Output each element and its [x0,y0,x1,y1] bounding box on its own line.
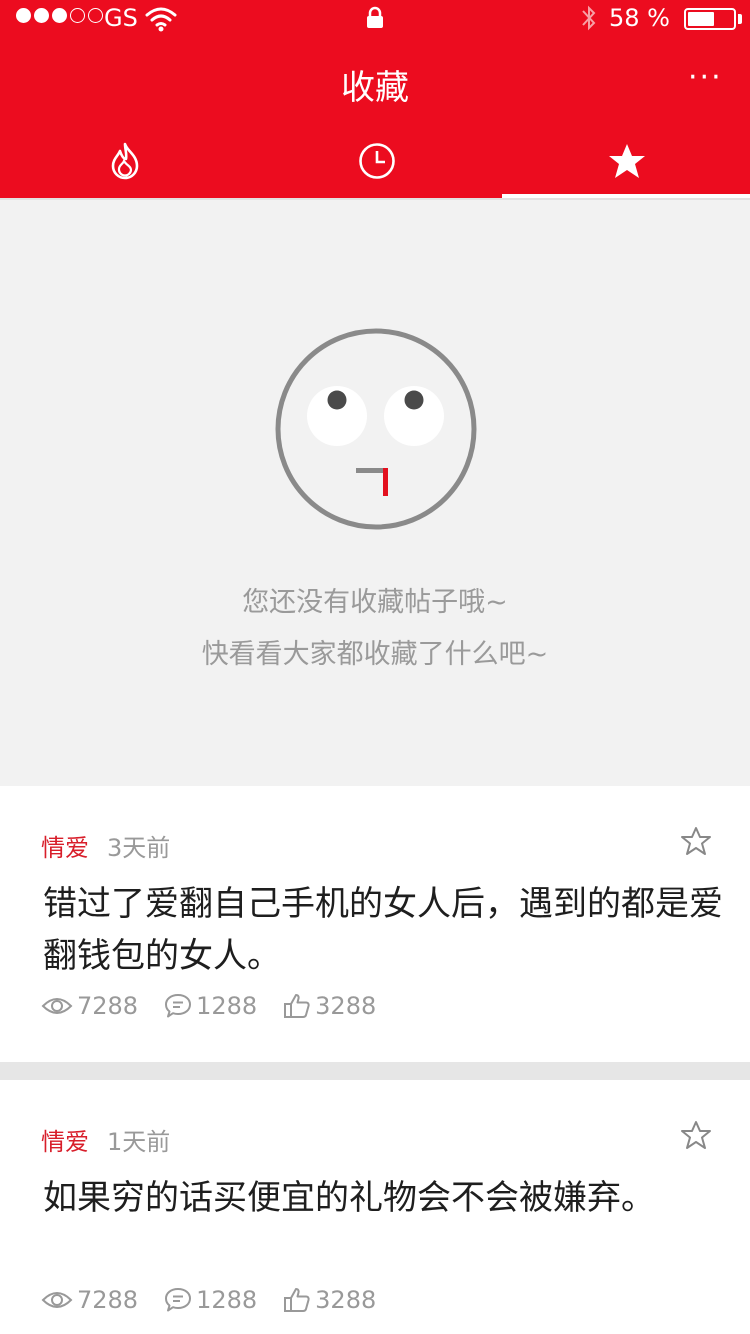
post-category[interactable]: 情爱 [41,828,89,863]
views-stat: 7288 [41,992,138,1020]
status-bar: GS 58 % [0,0,750,40]
post-title[interactable]: 如果穷的话买便宜的礼物会不会被嫌弃。 [43,1172,723,1224]
signal-strength-icon [16,8,103,23]
app-header: 收藏 ··· [0,40,750,198]
comments-count: 1288 [196,1286,258,1314]
favorite-star-button[interactable] [680,826,712,860]
comment-icon [165,994,192,1018]
star-icon [608,143,646,183]
section-divider [0,1062,750,1080]
likes-stat[interactable]: 3288 [283,992,376,1020]
battery-icon [684,8,736,30]
favorite-star-button[interactable] [680,1120,712,1154]
post-stats: 7288 1288 3288 [41,1286,402,1314]
empty-state: 您还没有收藏帖子哦~ 快看看大家都收藏了什么吧~ [0,198,750,786]
battery-nub [738,14,742,24]
empty-message-secondary: 快看看大家都收藏了什么吧~ [201,639,549,670]
comments-stat[interactable]: 1288 [164,992,257,1020]
views-stat: 7288 [41,1286,138,1314]
empty-message-primary: 您还没有收藏帖子哦~ [242,587,508,618]
tab-favorites[interactable] [502,128,750,198]
star-outline-icon [681,827,711,855]
eye-icon [41,998,73,1014]
post-time: 3天前 [107,834,171,862]
likes-stat[interactable]: 3288 [283,1286,376,1314]
views-count: 7288 [77,1286,139,1314]
battery-percent: 58 % [609,4,670,32]
star-outline-icon [681,1121,711,1149]
lock-icon [366,6,384,34]
tab-recent[interactable] [252,128,502,198]
comments-stat[interactable]: 1288 [164,1286,257,1314]
likes-count: 3288 [315,992,377,1020]
post-title[interactable]: 错过了爱翻自己手机的女人后，遇到的都是爱翻钱包的女人。 [43,878,723,982]
flame-icon [108,141,142,185]
battery-level [688,12,714,26]
post-stats: 7288 1288 3288 [41,992,402,1020]
bluetooth-icon [580,3,598,39]
page-title: 收藏 [341,68,409,108]
thumbs-up-icon [284,1288,310,1312]
eye-icon [41,1292,73,1308]
tab-hot[interactable] [0,128,250,198]
comment-icon [165,1288,192,1312]
clock-icon [357,141,397,185]
post-card[interactable]: 情爱 1天前 如果穷的话买便宜的礼物会不会被嫌弃。 7288 1288 3288 [0,1080,750,1334]
likes-count: 3288 [315,1286,377,1314]
more-button[interactable]: ··· [688,60,723,95]
thumbs-up-icon [284,994,310,1018]
post-meta: 情爱 3天前 [41,828,170,863]
empty-face-illustration [274,327,478,535]
views-count: 7288 [77,992,139,1020]
carrier-name: GS [104,4,138,32]
post-card[interactable]: 情爱 3天前 错过了爱翻自己手机的女人后，遇到的都是爱翻钱包的女人。 7288 … [0,786,750,1062]
wifi-icon [145,6,177,36]
comments-count: 1288 [196,992,258,1020]
post-time: 1天前 [107,1128,171,1156]
post-category[interactable]: 情爱 [41,1122,89,1157]
post-meta: 情爱 1天前 [41,1122,170,1157]
